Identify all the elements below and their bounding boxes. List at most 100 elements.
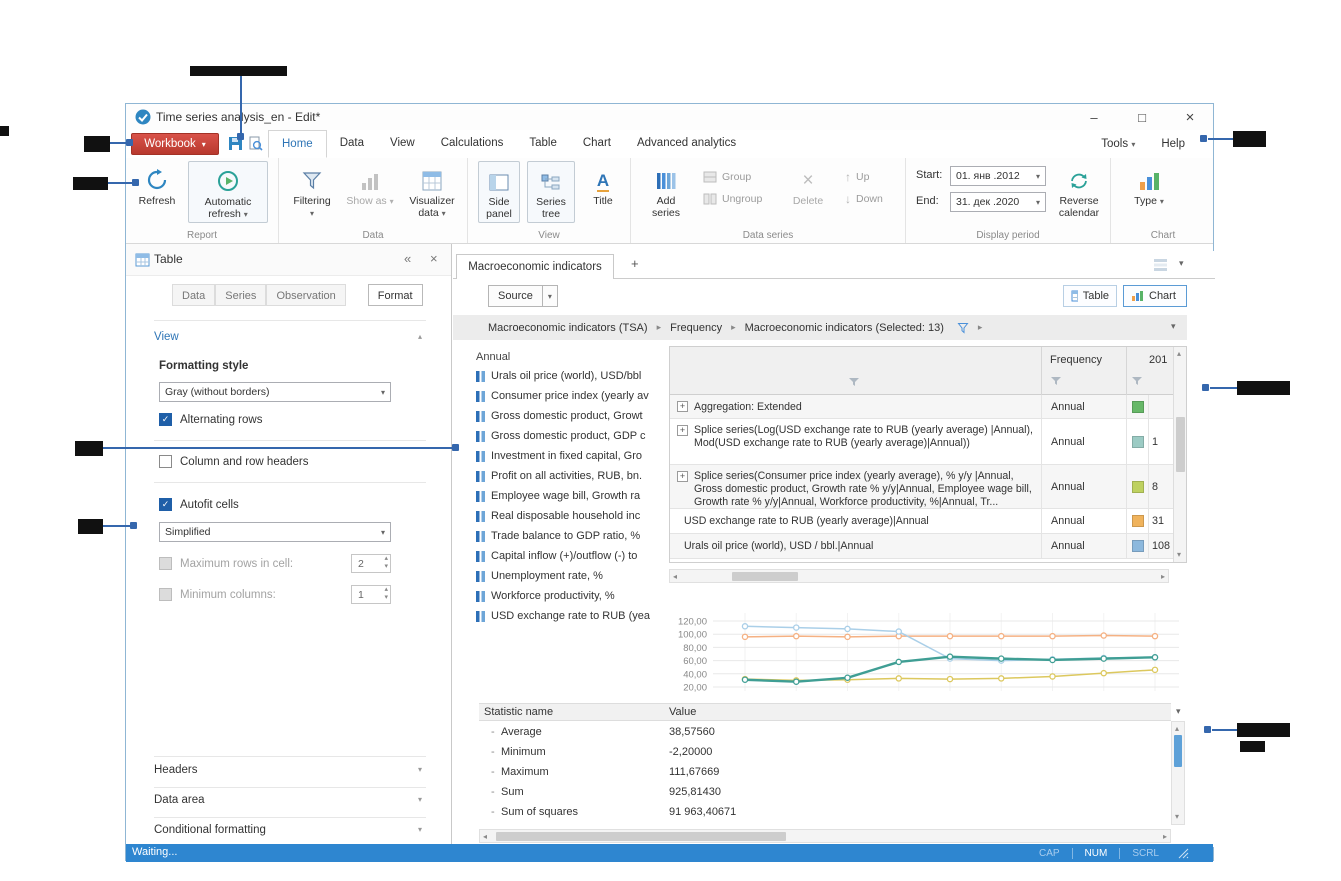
maximize-icon[interactable]: □ [1129,110,1155,125]
stats-row[interactable]: - Sum 925,81430 [479,786,1169,804]
stats-row[interactable]: - Minimum -2,20000 [479,746,1169,764]
tools-menu[interactable]: Tools ▾ [1101,138,1135,150]
tree-item[interactable]: Profit on all activities, RUB, bn. [476,467,642,485]
breadcrumb-item[interactable]: Macroeconomic indicators (Selected: 13) [745,322,944,334]
column-filter-icon[interactable] [1050,376,1062,386]
header-cell-year[interactable]: 201 [1127,347,1173,395]
side-panel-button[interactable]: Side panel [478,161,520,223]
table-vertical-scrollbar[interactable]: ▴ ▾ [1173,347,1186,562]
breadcrumb-item[interactable]: Frequency [670,322,722,334]
tree-item[interactable]: Gross domestic product, Growt [476,407,643,425]
document-tab[interactable]: Macroeconomic indicators [456,254,614,279]
table-row[interactable]: Urals oil price (world), USD / bbl.|Annu… [670,534,1173,559]
panel-tab-format[interactable]: Format [368,284,423,306]
chevron-down-icon[interactable]: ▾ [1179,258,1184,269]
column-filter-icon[interactable] [848,377,860,387]
scroll-up-icon[interactable]: ▴ [1175,725,1179,733]
scroll-down-icon[interactable]: ▾ [1175,813,1179,821]
filter-funnel-icon[interactable] [957,322,969,334]
layout-switcher-icon[interactable] [1153,258,1168,271]
checkbox-alternating-rows[interactable]: ✓ [159,413,172,426]
panel-tab-observation[interactable]: Observation [266,284,345,306]
scroll-right-icon[interactable]: ▸ [1163,833,1167,841]
tree-item[interactable]: Trade balance to GDP ratio, % [476,527,640,545]
panel-tab-data[interactable]: Data [172,284,215,306]
ungroup-button[interactable]: Ungroup [703,190,762,208]
help-menu[interactable]: Help [1161,138,1185,150]
tab-view[interactable]: View [377,130,428,158]
spin-up-icon[interactable]: ▴ [384,555,388,563]
scroll-right-icon[interactable]: ▸ [1161,573,1165,581]
chart-view-button[interactable]: Chart [1123,285,1187,307]
scrollbar-thumb[interactable] [732,572,798,581]
max-rows-spinner[interactable]: 2 ▴▾ [351,554,391,573]
stats-row[interactable]: - Sum of squares 91 963,40671 [479,806,1169,824]
section-headers[interactable]: Headers ▾ [154,764,426,776]
tree-item[interactable]: Employee wage bill, Growth ra [476,487,640,505]
tab-home[interactable]: Home [268,130,327,158]
stats-row[interactable]: - Maximum 111,67669 [479,766,1169,784]
checkbox-min-columns[interactable] [159,588,172,601]
tree-item[interactable]: USD exchange rate to RUB (yea [476,607,650,625]
spin-up-icon[interactable]: ▴ [384,586,388,594]
tree-item[interactable]: Investment in fixed capital, Gro [476,447,642,465]
spin-down-icon[interactable]: ▾ [384,594,388,602]
breadcrumb-dropdown-icon[interactable]: ▾ [1171,321,1176,332]
checkbox-autofit-cells[interactable]: ✓ [159,498,172,511]
stats-dropdown-icon[interactable]: ▾ [1176,706,1181,717]
section-view[interactable]: View ▴ [154,331,426,343]
scrollbar-thumb[interactable] [496,832,786,841]
checkbox-column-row-headers[interactable] [159,455,172,468]
start-date-combobox[interactable]: 01. янв .2012▾ [950,166,1046,186]
checkbox-max-rows[interactable] [159,557,172,570]
tab-calculations[interactable]: Calculations [428,130,517,158]
tree-item[interactable]: Consumer price index (yearly av [476,387,649,405]
series-tree-button[interactable]: Series tree [527,161,575,223]
move-down-button[interactable]: ↓ Down [845,190,883,208]
tab-table[interactable]: Table [516,130,570,158]
automatic-refresh-button[interactable]: Automatic refresh ▾ [188,161,268,223]
chart-type-button[interactable]: Type ▾ [1127,161,1171,223]
tab-advanced-analytics[interactable]: Advanced analytics [624,130,749,158]
section-conditional-formatting[interactable]: Conditional formatting ▾ [154,824,426,836]
add-series-button[interactable]: Add series [646,161,686,223]
table-row[interactable]: + Splice series(Consumer price index (ye… [670,465,1173,509]
add-tab-icon[interactable]: + [631,256,639,271]
refresh-button[interactable]: Refresh [134,161,180,223]
visualizer-data-button[interactable]: Visualizer data ▾ [401,161,463,223]
delete-button[interactable]: × Delete [788,161,828,223]
spin-down-icon[interactable]: ▾ [384,563,388,571]
tab-chart[interactable]: Chart [570,130,624,158]
close-icon[interactable]: × [1177,109,1203,126]
scroll-down-icon[interactable]: ▾ [1177,551,1181,559]
scroll-up-icon[interactable]: ▴ [1177,350,1181,358]
workbook-button[interactable]: Workbook ▾ [131,133,219,155]
header-cell-name[interactable] [670,347,1042,395]
resize-grip-icon[interactable] [1177,847,1189,859]
table-row[interactable]: USD exchange rate to RUB (yearly average… [670,509,1173,534]
tree-item[interactable]: Real disposable household inc [476,507,640,525]
group-button[interactable]: Group [703,168,751,186]
show-as-button[interactable]: Show as ▾ [345,161,395,223]
formatting-style-combobox[interactable]: Gray (without borders)▾ [159,382,391,402]
tree-item[interactable]: Gross domestic product, GDP c [476,427,645,445]
tree-item[interactable]: Unemployment rate, % [476,567,603,585]
close-panel-icon[interactable]: × [430,251,438,266]
tree-item[interactable]: Capital inflow (+)/outflow (-) to [476,547,637,565]
scrollbar-thumb[interactable] [1176,417,1185,472]
scroll-left-icon[interactable]: ◂ [673,573,677,581]
section-data-area[interactable]: Data area ▾ [154,794,426,806]
min-columns-spinner[interactable]: 1 ▴▾ [351,585,391,604]
table-horizontal-scrollbar[interactable]: ◂ ▸ [669,569,1169,583]
scroll-left-icon[interactable]: ◂ [483,833,487,841]
title-button[interactable]: A Title [583,161,623,223]
print-preview-icon[interactable] [248,136,263,151]
collapse-panel-icon[interactable]: « [404,251,411,266]
end-date-combobox[interactable]: 31. дек .2020▾ [950,192,1046,212]
table-row[interactable]: + Aggregation: Extended Annual [670,395,1173,419]
column-filter-icon[interactable] [1131,376,1143,386]
breadcrumb-item[interactable]: Macroeconomic indicators (TSA) [488,322,648,334]
reverse-calendar-button[interactable]: Reverse calendar [1051,161,1107,223]
tree-item[interactable]: Urals oil price (world), USD/bbl [476,367,641,385]
autofit-mode-combobox[interactable]: Simplified▾ [159,522,391,542]
